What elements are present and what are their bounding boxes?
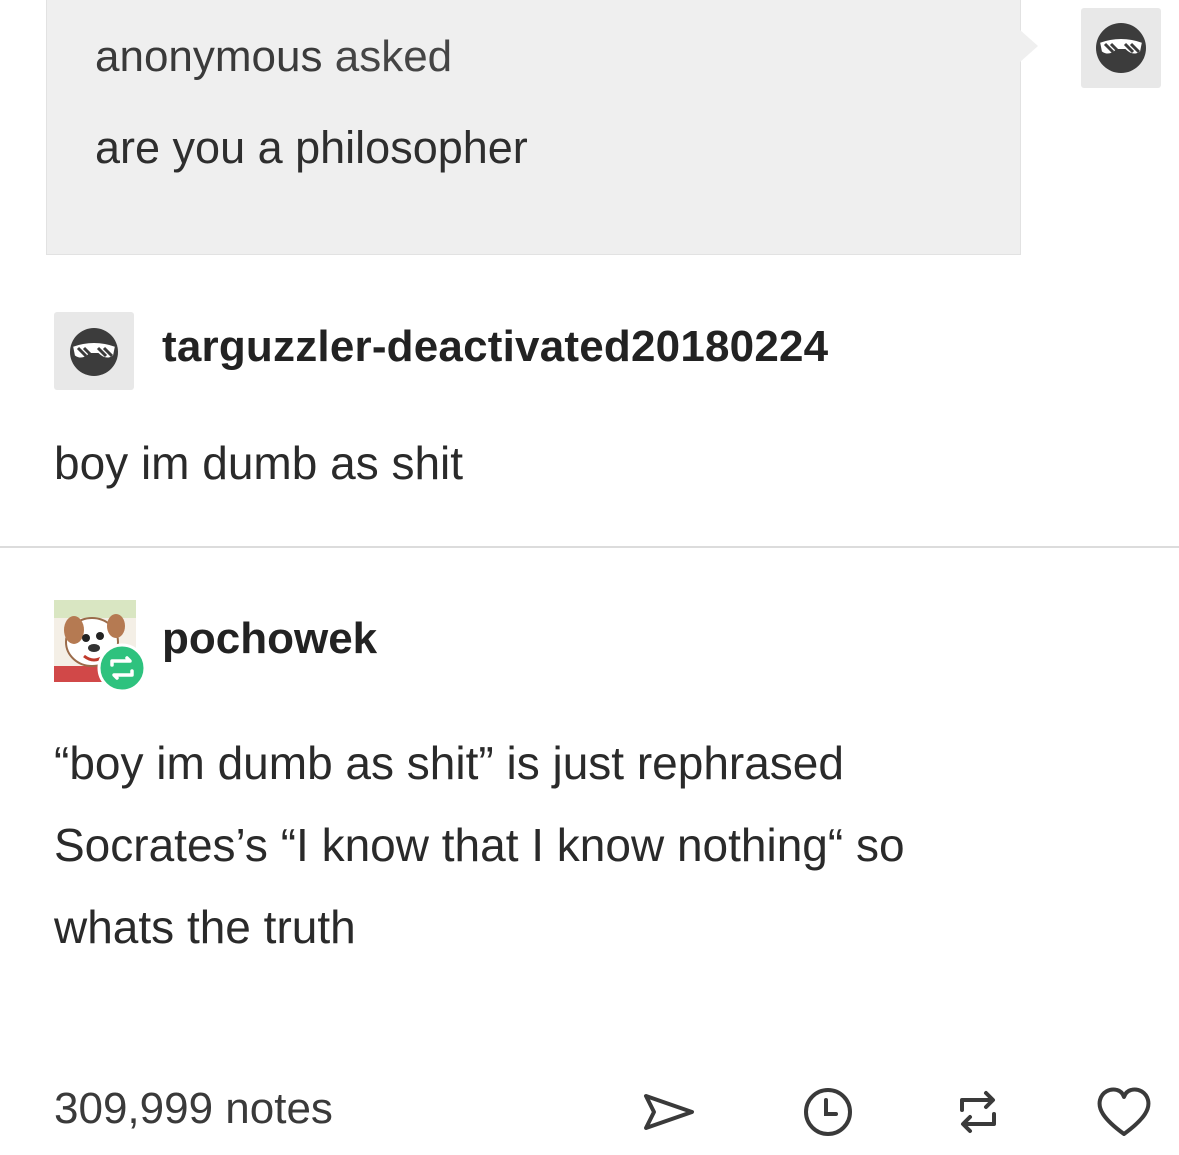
- history-icon[interactable]: [796, 1080, 860, 1144]
- reblog-icon[interactable]: [946, 1080, 1010, 1144]
- ask-pointer: [1020, 30, 1038, 62]
- ask-box: anonymous asked are you a philosopher: [46, 0, 1021, 255]
- ask-header: anonymous asked: [95, 32, 452, 82]
- ask-question: are you a philosopher: [95, 122, 528, 173]
- targuzzler-avatar[interactable]: [54, 312, 134, 390]
- targuzzler-username[interactable]: targuzzler-deactivated20180224: [162, 322, 828, 372]
- like-icon[interactable]: [1092, 1080, 1156, 1144]
- pochowek-username[interactable]: pochowek: [162, 614, 377, 664]
- post-divider: [0, 546, 1179, 548]
- sunglasses-face-icon: [70, 328, 118, 376]
- pochowek-reply: “boy im dumb as shit” is just rephrased …: [54, 722, 1134, 968]
- sunglasses-face-icon: [1096, 23, 1146, 73]
- asker-name[interactable]: anonymous: [95, 32, 322, 81]
- notes-count[interactable]: 309,999 notes: [54, 1084, 333, 1134]
- targuzzler-reply: boy im dumb as shit: [54, 437, 464, 489]
- reply-line: “boy im dumb as shit” is just rephrased: [54, 737, 844, 789]
- asked-label: asked: [334, 32, 453, 81]
- reblog-badge-icon: [97, 643, 147, 693]
- reply-line: whats the truth: [54, 901, 356, 953]
- answerer-avatar[interactable]: [1081, 8, 1161, 88]
- share-icon[interactable]: [636, 1080, 700, 1144]
- reply-line: Socrates’s “I know that I know nothing“ …: [54, 819, 905, 871]
